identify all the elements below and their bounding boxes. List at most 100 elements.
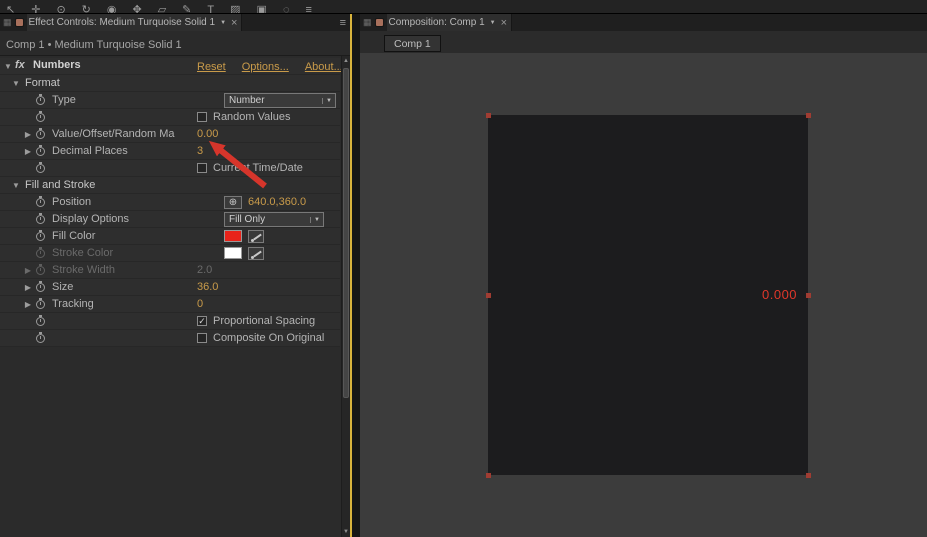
property-row-type: Type Number ▼ xyxy=(0,92,340,109)
puppet-tool-icon[interactable]: ≡ xyxy=(305,0,311,13)
twirl-closed-icon[interactable]: ▶ xyxy=(23,300,33,309)
eyedropper-icon[interactable] xyxy=(248,230,264,243)
position-crosshair-button[interactable]: ⊕ xyxy=(224,196,242,209)
panel-focus-border xyxy=(350,14,352,537)
chevron-down-icon[interactable]: ▼ xyxy=(322,98,335,104)
property-row-composite-on-original: Composite On Original xyxy=(0,330,340,347)
tracking-value[interactable]: 0 xyxy=(197,298,203,310)
mask-tool-icon[interactable]: ▱ xyxy=(158,0,166,13)
stopwatch-icon[interactable] xyxy=(36,232,45,241)
effect-properties-list: ▼ fx Numbers Reset Options... About... ▼… xyxy=(0,14,340,537)
stroke-color-swatch[interactable] xyxy=(224,247,242,259)
stopwatch-icon[interactable] xyxy=(36,249,45,258)
viewer-tab-comp1[interactable]: Comp 1 xyxy=(384,35,441,52)
camera-tool-icon[interactable]: ◉ xyxy=(107,0,117,13)
tab-title: Composition: Comp 1 xyxy=(389,17,485,28)
scroll-down-icon[interactable]: ▼ xyxy=(342,527,350,537)
checkbox-label: Composite On Original xyxy=(213,332,324,344)
selection-tool-icon[interactable]: ↖ xyxy=(6,0,15,13)
stopwatch-icon[interactable] xyxy=(36,164,45,173)
twirl-closed-icon[interactable]: ▶ xyxy=(23,266,33,275)
property-row-size: ▶ Size 36.0 xyxy=(0,279,340,296)
property-label: Value/Offset/Random Ma xyxy=(52,128,175,140)
property-label: Stroke Color xyxy=(52,247,113,259)
twirl-closed-icon[interactable]: ▶ xyxy=(23,147,33,156)
selection-handle[interactable] xyxy=(486,473,491,478)
chevron-down-icon[interactable]: ▼ xyxy=(310,217,323,223)
twirl-open-icon[interactable]: ▼ xyxy=(11,181,21,190)
options-link[interactable]: Options... xyxy=(242,61,289,73)
eraser-tool-icon[interactable]: ◌ xyxy=(283,0,290,13)
selection-handle[interactable] xyxy=(486,293,491,298)
reset-link[interactable]: Reset xyxy=(197,61,226,73)
current-time-date-checkbox[interactable] xyxy=(197,163,207,173)
stopwatch-icon[interactable] xyxy=(36,147,45,156)
property-row-stroke-width: ▶ Stroke Width 2.0 xyxy=(0,262,340,279)
selection-handle[interactable] xyxy=(806,293,811,298)
checkbox-label: Proportional Spacing xyxy=(213,315,315,327)
dropdown-value: Fill Only xyxy=(225,214,310,225)
selection-handle[interactable] xyxy=(486,113,491,118)
property-row-current-time-date: Current Time/Date xyxy=(0,160,340,177)
property-label: Position xyxy=(52,196,91,208)
twirl-closed-icon[interactable]: ▶ xyxy=(23,283,33,292)
chevron-down-icon[interactable]: ▼ xyxy=(490,20,496,26)
stopwatch-icon[interactable] xyxy=(36,215,45,224)
close-icon[interactable]: × xyxy=(501,18,507,28)
twirl-open-icon[interactable]: ▼ xyxy=(11,79,21,88)
stopwatch-icon[interactable] xyxy=(36,130,45,139)
about-link[interactable]: About... xyxy=(305,61,343,73)
brush-tool-icon[interactable]: ▨ xyxy=(230,0,240,13)
selection-handle[interactable] xyxy=(806,113,811,118)
type-dropdown[interactable]: Number ▼ xyxy=(224,93,336,108)
property-label: Fill Color xyxy=(52,230,95,242)
scrollbar-thumb[interactable] xyxy=(343,68,349,398)
fill-color-swatch[interactable] xyxy=(224,230,242,242)
stopwatch-icon[interactable] xyxy=(36,334,45,343)
display-options-dropdown[interactable]: Fill Only ▼ xyxy=(224,212,324,227)
panel-grip-icon: ▦ xyxy=(360,17,375,28)
dropdown-value: Number xyxy=(225,95,322,106)
effect-header-row: ▼ fx Numbers Reset Options... About... xyxy=(0,58,340,75)
clone-stamp-tool-icon[interactable]: ▣ xyxy=(257,0,267,13)
property-row-decimal-places: ▶ Decimal Places 3 xyxy=(0,143,340,160)
zoom-tool-icon[interactable]: ⊙ xyxy=(56,0,65,13)
composite-on-original-checkbox[interactable] xyxy=(197,333,207,343)
rendered-number-text: 0.000 xyxy=(762,287,797,302)
property-label: Size xyxy=(52,281,73,293)
rotate-tool-icon[interactable]: ↻ xyxy=(82,0,91,13)
stopwatch-icon[interactable] xyxy=(36,283,45,292)
viewer-tab-strip: Comp 1 xyxy=(360,31,927,53)
pen-tool-icon[interactable]: ✎ xyxy=(182,0,191,13)
size-value[interactable]: 36.0 xyxy=(197,281,218,293)
stopwatch-icon[interactable] xyxy=(36,96,45,105)
effect-panel-scrollbar[interactable]: ▲ ▼ xyxy=(341,56,350,537)
random-values-checkbox[interactable] xyxy=(197,112,207,122)
scroll-up-icon[interactable]: ▲ xyxy=(342,56,350,66)
pan-behind-tool-icon[interactable]: ✥ xyxy=(132,0,141,13)
selection-handle[interactable] xyxy=(806,473,811,478)
stopwatch-icon[interactable] xyxy=(36,198,45,207)
type-tool-icon[interactable]: T xyxy=(207,0,214,13)
decimal-places-value[interactable]: 3 xyxy=(197,145,203,157)
stopwatch-icon[interactable] xyxy=(36,113,45,122)
value-offset-value[interactable]: 0.00 xyxy=(197,128,218,140)
stopwatch-icon[interactable] xyxy=(36,266,45,275)
app-window: ↖ ✛ ⊙ ↻ ◉ ✥ ▱ ✎ T ▨ ▣ ◌ ≡ ▦ Effect Contr… xyxy=(0,0,927,537)
property-row-value-offset: ▶ Value/Offset/Random Ma 0.00 xyxy=(0,126,340,143)
stopwatch-icon[interactable] xyxy=(36,300,45,309)
tab-composition[interactable]: Composition: Comp 1 ▼ × xyxy=(387,14,513,31)
twirl-open-icon[interactable]: ▼ xyxy=(3,62,13,71)
property-row-position: Position ⊕ 640.0,360.0 xyxy=(0,194,340,211)
eyedropper-icon[interactable] xyxy=(248,247,264,260)
stopwatch-icon[interactable] xyxy=(36,317,45,326)
viewer-tab-label: Comp 1 xyxy=(394,38,431,50)
composition-canvas[interactable] xyxy=(488,115,808,475)
position-value[interactable]: 640.0,360.0 xyxy=(248,196,306,208)
composition-panel: ▦ Composition: Comp 1 ▼ × Comp 1 0.000 xyxy=(360,14,927,537)
composition-viewer[interactable]: 0.000 xyxy=(360,53,927,537)
hand-tool-icon[interactable]: ✛ xyxy=(31,0,40,13)
proportional-spacing-checkbox[interactable]: ✓ xyxy=(197,316,207,326)
effect-name: Numbers xyxy=(33,59,81,71)
twirl-closed-icon[interactable]: ▶ xyxy=(23,130,33,139)
